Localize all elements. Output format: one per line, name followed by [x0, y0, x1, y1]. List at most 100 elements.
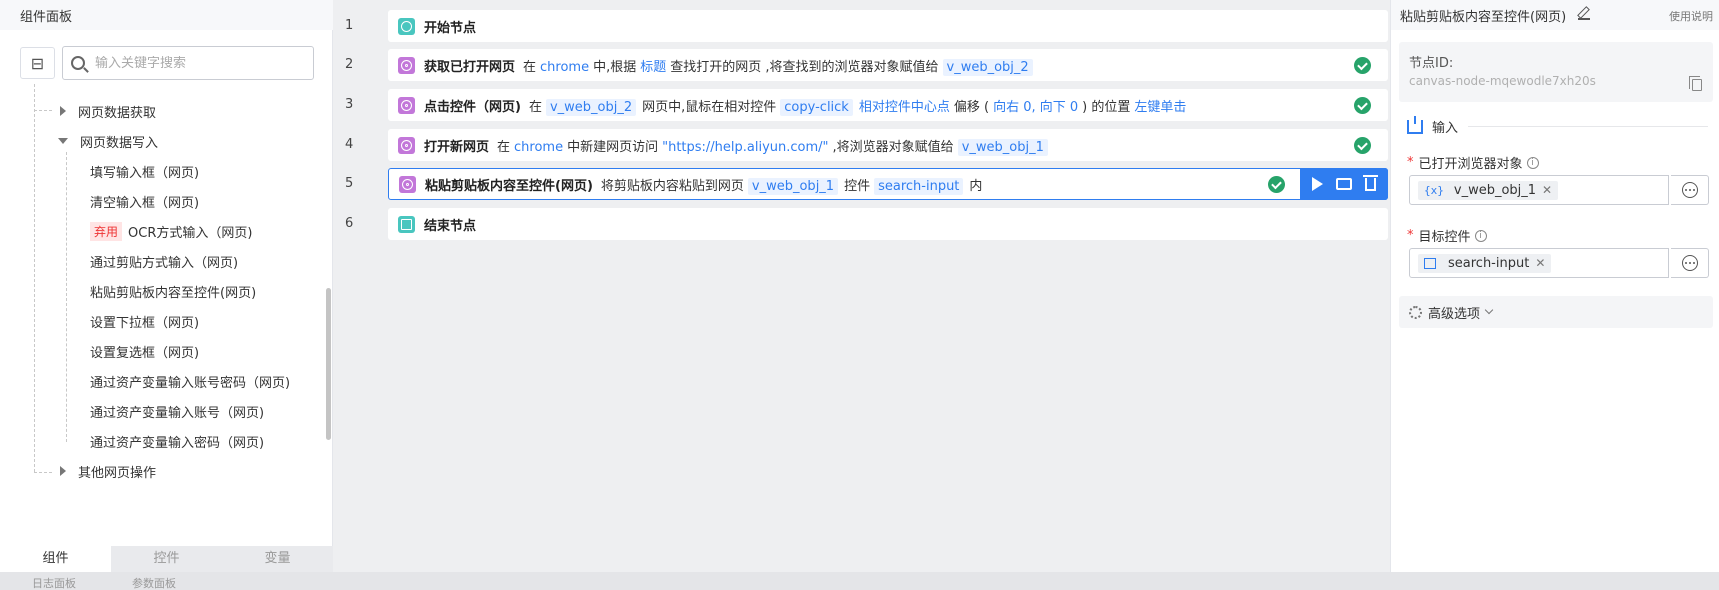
row-number: 2: [345, 57, 354, 72]
flow-node-start[interactable]: 开始节点: [388, 10, 1388, 42]
required-mark: *: [1407, 228, 1414, 243]
description-text: 在: [528, 99, 542, 115]
control-chip: search-input ✕: [1418, 253, 1552, 273]
success-check-icon: [1354, 137, 1371, 154]
param-link[interactable]: 左键单击: [1134, 100, 1186, 115]
collapse-all-button[interactable]: ⊟: [20, 47, 55, 79]
target-control-label: * 目标控件 i: [1407, 226, 1487, 245]
delete-icon[interactable]: [1362, 174, 1378, 191]
row-number: 5: [345, 176, 354, 191]
tree-item[interactable]: 弃用 OCR方式输入（网页): [90, 218, 252, 244]
copy-icon[interactable]: [1689, 76, 1702, 91]
tree-item[interactable]: 通过剪贴方式输入（网页): [90, 248, 238, 274]
flow-node[interactable]: 打开新网页 在 chrome 中新建网页访问 "https://help.aliyun…: [388, 129, 1388, 161]
tree-item[interactable]: 通过资产变量输入账号密码（网页): [90, 368, 290, 394]
flow-node[interactable]: 点击控件（网页) 在 v_web_obj_2 网页中,鼠标在相对控件 copy-cli…: [388, 89, 1388, 121]
close-icon[interactable]: ✕: [1542, 183, 1552, 197]
description-text: 网页中,鼠标在相对控件: [642, 99, 777, 115]
status-bar: 日志面板 参数面板: [0, 572, 1719, 590]
param-link[interactable]: chrome: [540, 60, 589, 75]
tree-label: 其他网页操作: [78, 465, 157, 481]
search-input[interactable]: [95, 55, 295, 71]
variable-chip-label: v_web_obj_1: [1453, 182, 1537, 198]
success-check-icon: [1354, 57, 1371, 74]
component-tree: 网页数据获取 网页数据写入 填写输入框（网页) 清空输入框（网页) 弃用 OCR…: [0, 84, 325, 544]
info-icon[interactable]: i: [1526, 156, 1539, 169]
log-panel-tab[interactable]: 日志面板: [32, 575, 76, 590]
success-check-icon: [1268, 176, 1285, 193]
tree-group-other-web[interactable]: 其他网页操作: [60, 458, 156, 484]
variable-tag[interactable]: v_web_obj_2: [942, 58, 1033, 76]
node-description: 在 chrome 中新建网页访问 "https://help.aliyun.com/"…: [497, 136, 1054, 156]
tree-scrollbar[interactable]: [326, 288, 331, 440]
param-link[interactable]: "https://help.aliyun.com/": [662, 140, 828, 155]
node-title: 打开新网页: [424, 139, 490, 155]
node-title: 获取已打开网页: [424, 59, 516, 75]
tab-variables[interactable]: 变量: [222, 546, 333, 572]
node-description: 在 v_web_obj_2 网页中,鼠标在相对控件 copy-click 相对控件中心点…: [528, 96, 1190, 116]
param-link[interactable]: 相对控件中心点: [859, 100, 950, 115]
tree-guide-line: [34, 472, 52, 473]
tree-item[interactable]: 设置下拉框（网页): [90, 308, 199, 334]
param-link[interactable]: chrome: [514, 140, 563, 155]
close-icon[interactable]: ✕: [1535, 256, 1545, 270]
tree-item[interactable]: 粘贴剪贴板内容至控件(网页): [90, 278, 256, 304]
param-panel-tab[interactable]: 参数面板: [132, 575, 176, 590]
variable-tag[interactable]: v_web_obj_2: [545, 98, 637, 116]
browser-object-field[interactable]: {x} v_web_obj_1 ✕: [1409, 175, 1669, 205]
tree-item[interactable]: 清空输入框（网页): [90, 188, 199, 214]
flow-node-end[interactable]: 结束节点: [388, 208, 1388, 240]
properties-title: 粘贴剪贴板内容至控件(网页): [1400, 10, 1567, 25]
info-icon[interactable]: i: [1474, 229, 1487, 242]
node-actions: [1300, 168, 1388, 200]
node-id-label: 节点ID:: [1409, 56, 1454, 71]
tree-group-web-data-get[interactable]: 网页数据获取: [60, 98, 156, 124]
tree-label: 网页数据获取: [78, 105, 157, 121]
tree-item[interactable]: 填写输入框（网页): [90, 158, 199, 184]
component-search[interactable]: [62, 46, 314, 80]
edit-icon[interactable]: [1578, 8, 1590, 20]
variable-tag[interactable]: copy-click: [780, 98, 853, 116]
tree-label: 填写输入框（网页): [90, 165, 200, 181]
tree-guide-line: [34, 110, 52, 111]
tree-item[interactable]: 通过资产变量输入账号（网页): [90, 398, 264, 424]
row-number: 4: [345, 137, 354, 152]
component-panel: 组件面板 ⊟ 网页数据获取 网页数据写入 填写输入框（网页) 清空输入框（网页): [0, 0, 333, 590]
param-link[interactable]: 向右 0, 向下 0: [993, 100, 1078, 115]
description-text: 将剪贴板内容粘贴到网页: [600, 178, 744, 194]
variable-icon: {x}: [1424, 183, 1444, 197]
debug-icon[interactable]: [1335, 178, 1352, 190]
tree-label: 通过资产变量输入账号密码（网页): [90, 375, 291, 391]
browser-object-more-button[interactable]: [1671, 175, 1709, 205]
description-text: 在: [523, 59, 537, 75]
tree-group-web-data-write[interactable]: 网页数据写入: [58, 128, 158, 154]
run-icon[interactable]: [1312, 177, 1324, 191]
input-section-label: 输入: [1432, 121, 1459, 136]
search-icon: [71, 56, 85, 70]
param-link[interactable]: 标题: [640, 60, 666, 75]
help-link[interactable]: 使用说明: [1669, 8, 1713, 24]
start-node-icon: [398, 17, 415, 35]
tree-label: 网页数据写入: [80, 135, 159, 151]
target-control-field[interactable]: search-input ✕: [1409, 248, 1669, 278]
tree-item[interactable]: 设置复选框（网页): [90, 338, 199, 364]
gear-icon: [1409, 305, 1422, 319]
tree-label: 清空输入框（网页): [90, 195, 200, 211]
flow-node[interactable]: 获取已打开网页 在 chrome 中,根据 标题 查找打开的网页 ,将查找到的浏览器对象…: [388, 49, 1388, 81]
deprecated-badge: 弃用: [90, 221, 123, 241]
node-title: 点击控件（网页): [424, 99, 521, 115]
chevron-down-icon: [1484, 305, 1494, 315]
tab-components[interactable]: 组件: [0, 546, 111, 572]
variable-tag[interactable]: v_web_obj_1: [747, 177, 839, 195]
tree-label: 设置复选框（网页): [90, 345, 200, 361]
variable-tag[interactable]: search-input: [874, 177, 964, 195]
target-control-more-button[interactable]: [1671, 248, 1709, 278]
row-number: 1: [345, 18, 354, 33]
flow-node-selected[interactable]: 粘贴剪贴板内容至控件(网页) 将剪贴板内容粘贴到网页 v_web_obj_1 控件 s…: [388, 168, 1388, 200]
advanced-options[interactable]: 高级选项: [1399, 296, 1713, 328]
flow-row: 5 粘贴剪贴板内容至控件(网页) 将剪贴板内容粘贴到网页 v_web_obj_1 控…: [333, 168, 1390, 200]
tree-item[interactable]: 通过资产变量输入密码（网页): [90, 428, 264, 454]
tab-controls[interactable]: 控件: [111, 546, 222, 572]
variable-tag[interactable]: v_web_obj_1: [957, 138, 1048, 156]
tree-label: 粘贴剪贴板内容至控件(网页): [90, 285, 257, 301]
